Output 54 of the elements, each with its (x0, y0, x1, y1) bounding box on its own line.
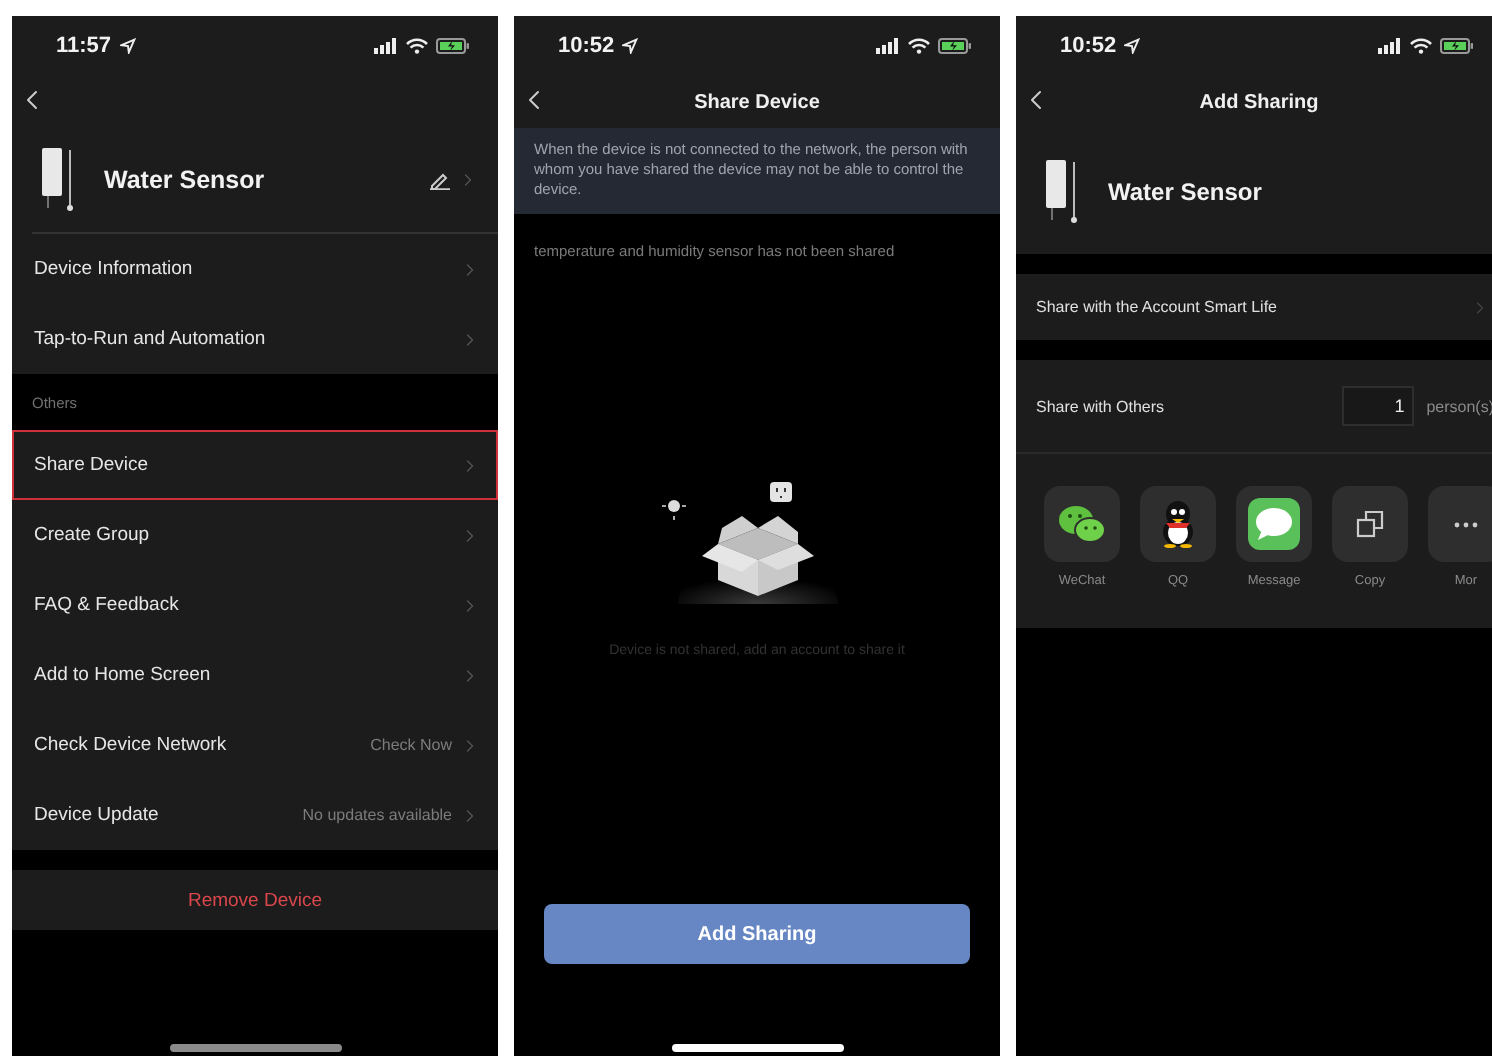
water-sensor-icon (1044, 157, 1080, 225)
share-target-button[interactable] (1332, 486, 1408, 562)
row-label: Add to Home Screen (34, 664, 211, 686)
signal-icon (1378, 38, 1402, 54)
water-sensor-icon (40, 146, 76, 214)
device-name: Water Sensor (104, 166, 267, 194)
signal-icon (374, 38, 398, 54)
share-others-label: Share with Others (1036, 397, 1167, 415)
row-label: FAQ & Feedback (34, 594, 179, 616)
person-count-field[interactable]: 1 (1342, 386, 1415, 426)
settings-row[interactable]: Device Update No updates available (12, 780, 498, 850)
settings-row[interactable]: Check Device Network Check Now (12, 710, 498, 780)
pencil-icon[interactable] (430, 171, 450, 189)
share-target-button[interactable] (1140, 486, 1216, 562)
location-arrow-icon (1124, 38, 1141, 54)
wifi-icon (1410, 38, 1432, 54)
location-arrow-icon (622, 38, 639, 54)
remove-device-button[interactable]: Remove Device (12, 870, 498, 930)
row-label: Tap-to-Run and Automation (34, 328, 266, 350)
settings-row[interactable]: Add to Home Screen (12, 640, 498, 710)
row-label: Device Update (34, 804, 159, 826)
share-target-button[interactable] (1236, 486, 1312, 562)
speech-bubble-icon (1248, 498, 1300, 550)
copy-icon (1356, 510, 1384, 538)
battery-charging-icon (436, 38, 470, 54)
location-arrow-icon (119, 38, 136, 54)
status-time: 10:52 (558, 34, 615, 58)
row-value: No updates available (302, 806, 452, 824)
row-value: Check Now (370, 736, 452, 754)
settings-row[interactable]: Share Device (12, 430, 498, 500)
penguin-icon (1160, 500, 1196, 548)
settings-row[interactable]: Device Information (12, 234, 498, 304)
screen-title: Share Device (694, 91, 820, 113)
row-label: Create Group (34, 524, 150, 546)
settings-row[interactable]: FAQ & Feedback (12, 570, 498, 640)
row-label: Share Device (34, 454, 149, 476)
row-label: Check Device Network (34, 734, 227, 756)
battery-charging-icon (938, 38, 972, 54)
settings-row[interactable]: Tap-to-Run and Automation (12, 304, 498, 374)
wifi-icon (406, 38, 428, 54)
wifi-icon (908, 38, 930, 54)
signal-icon (876, 38, 900, 54)
row-label: Device Information (34, 258, 193, 280)
more-dots-icon (1454, 521, 1478, 527)
share-target-button[interactable] (1044, 486, 1120, 562)
device-name: Water Sensor (1108, 177, 1264, 205)
share-account-row[interactable]: Share with the Account Smart Life (1016, 274, 1492, 340)
screen-title: Add Sharing (1199, 91, 1319, 113)
battery-charging-icon (1440, 38, 1474, 54)
add-sharing-button[interactable]: Add Sharing (544, 904, 970, 964)
chat-bubbles-icon (1058, 504, 1106, 544)
status-time: 11:57 (56, 34, 112, 58)
settings-row[interactable]: Create Group (12, 500, 498, 570)
status-time: 10:52 (1060, 34, 1117, 58)
